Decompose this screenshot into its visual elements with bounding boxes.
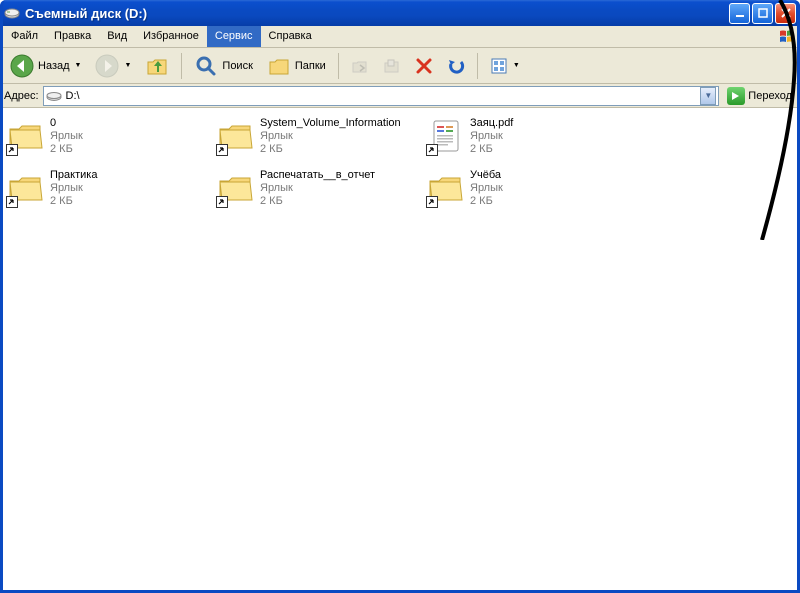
menu-tools[interactable]: Сервис xyxy=(207,26,261,47)
shortcut-arrow-icon xyxy=(216,196,228,208)
file-name: Учёба xyxy=(470,169,503,182)
file-size: 2 КБ xyxy=(260,143,401,156)
file-meta: 0Ярлык2 КБ xyxy=(50,116,83,156)
menubar: Файл Правка Вид Избранное Сервис Справка xyxy=(0,26,800,48)
address-field[interactable]: D:\ ▼ xyxy=(43,86,720,106)
go-icon xyxy=(727,87,745,105)
go-label: Переход xyxy=(748,90,792,102)
chevron-down-icon: ▼ xyxy=(75,62,82,69)
window-controls xyxy=(729,3,796,24)
file-type: Ярлык xyxy=(50,130,83,143)
file-name: Практика xyxy=(50,169,97,182)
file-type: Ярлык xyxy=(470,182,503,195)
windows-logo-icon xyxy=(778,28,796,46)
file-name: 0 xyxy=(50,117,83,130)
file-item[interactable]: Заяц.pdfЯрлык2 КБ xyxy=(424,114,634,164)
drive-icon xyxy=(46,90,62,102)
search-label: Поиск xyxy=(222,60,252,72)
titlebar: Съемный диск (D:) xyxy=(0,0,800,26)
back-icon xyxy=(10,54,34,78)
file-name: System_Volume_Information xyxy=(260,117,401,130)
file-size: 2 КБ xyxy=(470,143,513,156)
file-meta: ПрактикаЯрлык2 КБ xyxy=(50,168,97,208)
delete-icon xyxy=(415,57,433,75)
folder-icon xyxy=(216,168,256,208)
go-button[interactable]: Переход xyxy=(723,86,796,106)
toolbar: Назад ▼ ▼ Поиск Папки xyxy=(0,48,800,84)
delete-button[interactable] xyxy=(409,53,439,79)
file-item[interactable]: System_Volume_InformationЯрлык2 КБ xyxy=(214,114,424,164)
folder-icon xyxy=(6,168,46,208)
back-button[interactable]: Назад ▼ xyxy=(4,50,87,82)
file-item[interactable]: 0Ярлык2 КБ xyxy=(4,114,214,164)
move-to-button[interactable] xyxy=(345,53,375,79)
file-view: 0Ярлык2 КБSystem_Volume_InformationЯрлык… xyxy=(0,108,800,593)
menu-file[interactable]: Файл xyxy=(3,26,46,47)
search-button[interactable]: Поиск xyxy=(188,50,258,82)
copy-to-icon xyxy=(383,57,401,75)
file-meta: УчёбаЯрлык2 КБ xyxy=(470,168,503,208)
file-item[interactable]: ПрактикаЯрлык2 КБ xyxy=(4,166,214,216)
close-button[interactable] xyxy=(775,3,796,24)
maximize-button[interactable] xyxy=(752,3,773,24)
forward-icon xyxy=(95,54,119,78)
file-meta: Распечатать__в_отчетЯрлык2 КБ xyxy=(260,168,375,208)
file-type: Ярлык xyxy=(260,182,375,195)
menu-favorites[interactable]: Избранное xyxy=(135,26,207,47)
views-button[interactable]: ▼ xyxy=(484,53,526,79)
file-type: Ярлык xyxy=(50,182,97,195)
file-item[interactable]: УчёбаЯрлык2 КБ xyxy=(424,166,634,216)
folder-icon xyxy=(6,116,46,156)
undo-button[interactable] xyxy=(441,53,471,79)
file-icon xyxy=(426,116,466,156)
file-size: 2 КБ xyxy=(260,195,375,208)
shortcut-arrow-icon xyxy=(216,144,228,156)
folders-icon xyxy=(267,54,291,78)
forward-button[interactable]: ▼ xyxy=(89,50,137,82)
window-title: Съемный диск (D:) xyxy=(25,6,729,21)
file-size: 2 КБ xyxy=(470,195,503,208)
undo-icon xyxy=(447,57,465,75)
file-meta: Заяц.pdfЯрлык2 КБ xyxy=(470,116,513,156)
toolbar-separator xyxy=(181,53,182,79)
folders-button[interactable]: Папки xyxy=(261,50,332,82)
file-name: Заяц.pdf xyxy=(470,117,513,130)
address-bar: Адрес: D:\ ▼ Переход xyxy=(0,84,800,108)
move-to-icon xyxy=(351,57,369,75)
file-size: 2 КБ xyxy=(50,143,83,156)
file-type: Ярлык xyxy=(260,130,401,143)
back-label: Назад xyxy=(38,60,70,72)
address-label: Адрес: xyxy=(4,90,39,102)
chevron-down-icon: ▼ xyxy=(124,62,131,69)
folders-label: Папки xyxy=(295,60,326,72)
search-icon xyxy=(194,54,218,78)
file-item[interactable]: Распечатать__в_отчетЯрлык2 КБ xyxy=(214,166,424,216)
shortcut-arrow-icon xyxy=(6,144,18,156)
file-meta: System_Volume_InformationЯрлык2 КБ xyxy=(260,116,401,156)
toolbar-separator xyxy=(338,53,339,79)
menu-view[interactable]: Вид xyxy=(99,26,135,47)
drive-icon xyxy=(4,5,20,21)
address-path: D:\ xyxy=(66,90,697,102)
file-size: 2 КБ xyxy=(50,195,97,208)
file-type: Ярлык xyxy=(470,130,513,143)
shortcut-arrow-icon xyxy=(426,196,438,208)
chevron-down-icon: ▼ xyxy=(513,62,520,69)
up-button[interactable] xyxy=(139,50,175,82)
views-icon xyxy=(490,57,508,75)
shortcut-arrow-icon xyxy=(6,196,18,208)
toolbar-separator xyxy=(477,53,478,79)
folder-icon xyxy=(426,168,466,208)
folder-icon xyxy=(216,116,256,156)
minimize-button[interactable] xyxy=(729,3,750,24)
address-dropdown-button[interactable]: ▼ xyxy=(700,87,716,105)
menu-edit[interactable]: Правка xyxy=(46,26,99,47)
shortcut-arrow-icon xyxy=(426,144,438,156)
menu-help[interactable]: Справка xyxy=(261,26,320,47)
copy-to-button[interactable] xyxy=(377,53,407,79)
up-folder-icon xyxy=(145,54,169,78)
file-name: Распечатать__в_отчет xyxy=(260,169,375,182)
